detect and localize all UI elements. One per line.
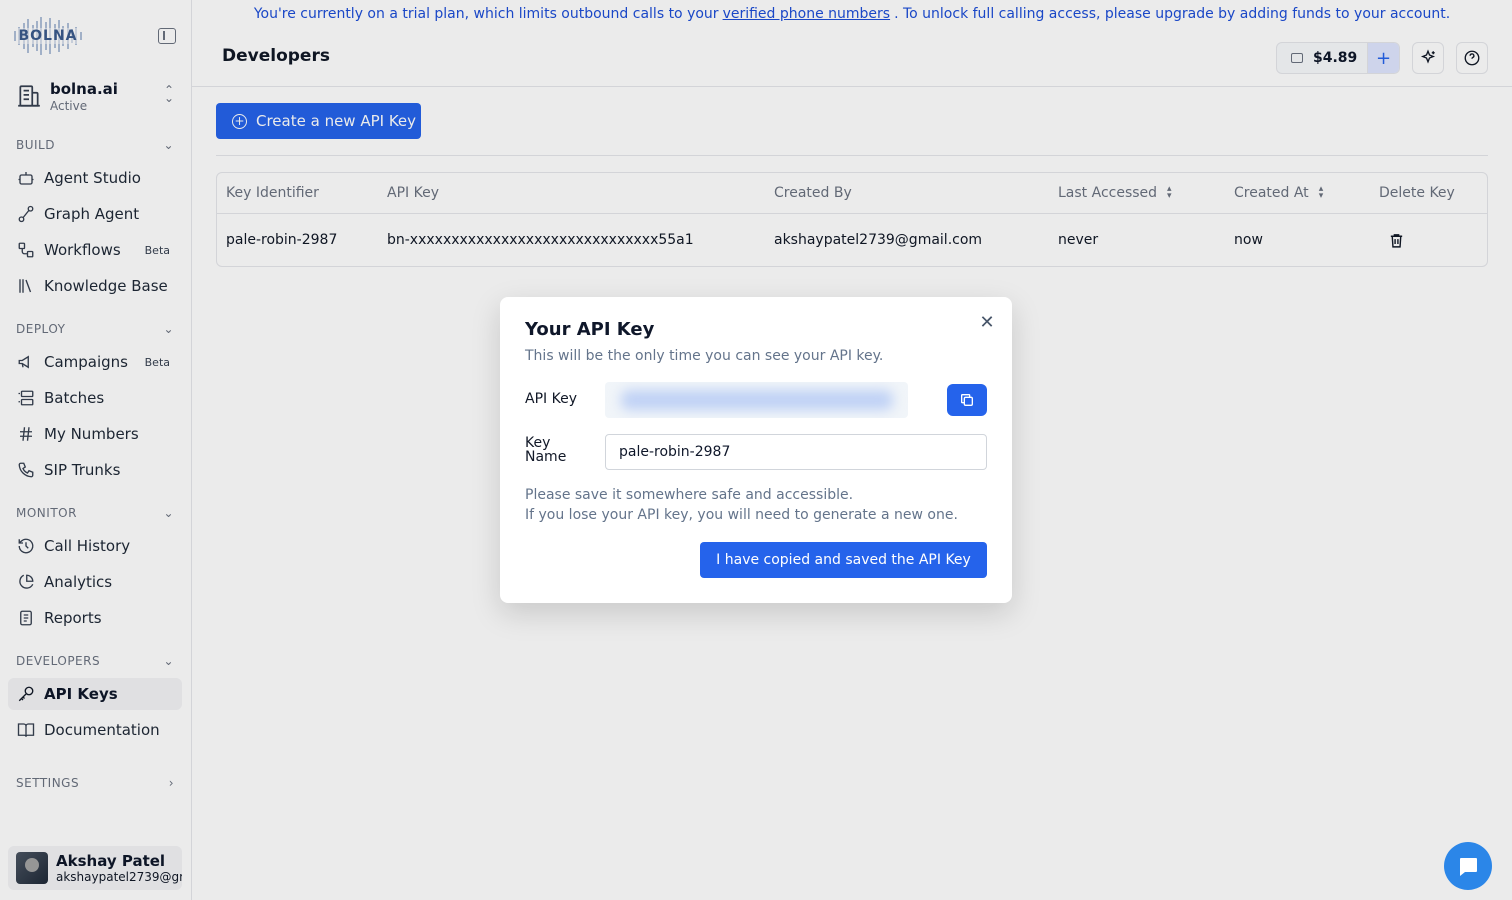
- save-note: Please save it somewhere safe and access…: [525, 487, 854, 503]
- key-name-input[interactable]: [605, 434, 987, 470]
- blurred-api-key: bn-xxxxxxxxxxxxxxxxxxxxxxxxxxxxxx55a1: [621, 390, 893, 410]
- copy-api-key-button[interactable]: [947, 384, 987, 416]
- lose-note: If you lose your API key, you will need …: [525, 507, 958, 523]
- dialog-title: Your API Key: [525, 319, 655, 340]
- api-key-dialog: Your API Key This will be the only time …: [500, 297, 1012, 603]
- api-key-label: API Key: [525, 391, 577, 407]
- confirm-saved-button[interactable]: I have copied and saved the API Key: [700, 542, 987, 578]
- dialog-subtitle: This will be the only time you can see y…: [525, 348, 884, 364]
- copy-icon: [961, 394, 973, 406]
- key-name-label: Key Name: [525, 435, 567, 465]
- chat-widget-button[interactable]: [1444, 842, 1492, 890]
- close-icon[interactable]: ✕: [978, 312, 996, 333]
- chat-icon: [1460, 858, 1477, 876]
- api-key-field[interactable]: bn-xxxxxxxxxxxxxxxxxxxxxxxxxxxxxx55a1: [605, 382, 908, 418]
